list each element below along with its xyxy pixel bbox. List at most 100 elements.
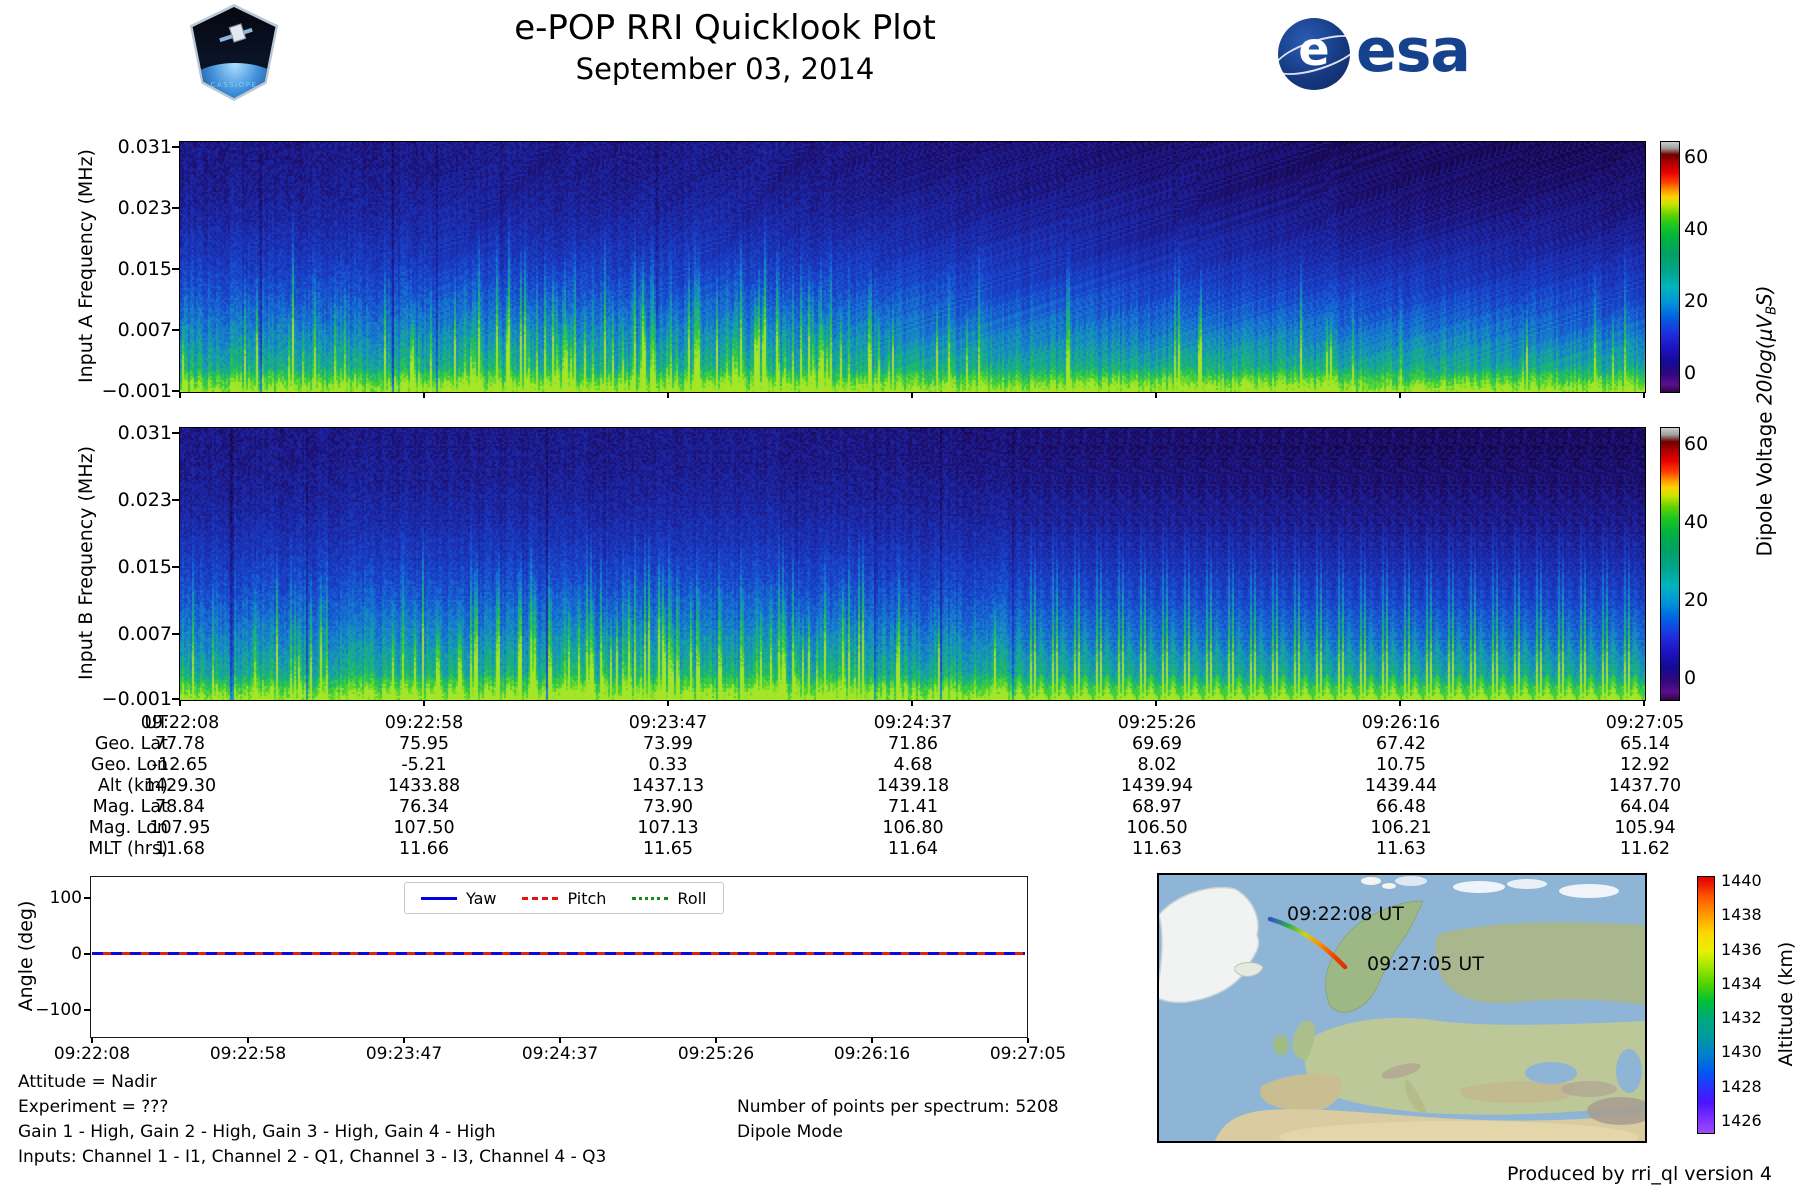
x-tick-label: 09:27:05	[963, 1044, 1093, 1064]
legend-label: Pitch	[567, 889, 606, 908]
table-cell: 09:22:08	[95, 713, 265, 734]
table-cell: 09:22:58	[339, 713, 509, 734]
legend-item-yaw: Yaw	[421, 889, 496, 908]
altitude-colorbar-label: Altitude (km)	[1775, 942, 1797, 1067]
x-tick-mark	[871, 1038, 873, 1043]
table-cell: 11.63	[1072, 839, 1242, 860]
table-cell: 76.34	[339, 797, 509, 818]
y-tick-label: 0.031	[100, 421, 172, 445]
table-cell: 106.80	[828, 818, 998, 839]
spectrogram-b	[179, 427, 1646, 701]
y-tick-mark	[172, 633, 179, 635]
y-tick-label: 0.023	[100, 488, 172, 512]
angle-plot-legend: Yaw Pitch Roll	[404, 882, 724, 914]
table-cell: 66.48	[1316, 797, 1486, 818]
table-cell: 11.66	[339, 839, 509, 860]
x-tick-mark	[423, 701, 425, 706]
colorbar-tick-label: 1432	[1721, 1008, 1773, 1028]
y-tick-mark	[172, 207, 179, 209]
inputs-note: Inputs: Channel 1 - I1, Channel 2 - Q1, …	[18, 1147, 606, 1167]
table-cell: 1433.88	[339, 776, 509, 797]
track-end-label: 09:27:05 UT	[1367, 953, 1484, 975]
page-subtitle-date: September 03, 2014	[225, 52, 1225, 86]
colorbar-tick-label: 60	[1684, 145, 1736, 169]
table-cell: 65.14	[1560, 734, 1730, 755]
y-tick-mark	[84, 953, 91, 955]
table-cell: 1429.30	[95, 776, 265, 797]
table-cell: 107.95	[95, 818, 265, 839]
attitude-note: Attitude = Nadir	[18, 1072, 157, 1092]
table-cell: 106.21	[1316, 818, 1486, 839]
y-tick-label: 0.007	[100, 622, 172, 646]
colorbar-tick-label: 0	[1684, 666, 1736, 690]
mode-note: Dipole Mode	[737, 1122, 843, 1142]
y-tick-mark	[172, 390, 179, 392]
x-tick-mark	[559, 1038, 561, 1043]
table-cell: 75.95	[339, 734, 509, 755]
colorbar-tick-label: 20	[1684, 588, 1736, 612]
y-tick-label: 0.015	[100, 555, 172, 579]
table-cell: 64.04	[1560, 797, 1730, 818]
x-tick-label: 09:22:08	[27, 1044, 157, 1064]
y-tick-mark	[84, 1009, 91, 1011]
table-cell: 107.50	[339, 818, 509, 839]
table-cell: 4.68	[828, 755, 998, 776]
altitude-colorbar	[1697, 876, 1715, 1134]
x-tick-label: 09:24:37	[495, 1044, 625, 1064]
colorbar-tick-label: 20	[1684, 289, 1736, 313]
y-tick-label: −100	[14, 1000, 82, 1020]
table-cell: 0.33	[583, 755, 753, 776]
table-cell: 11.63	[1316, 839, 1486, 860]
spectrogram-a-canvas	[180, 142, 1645, 392]
table-cell: 106.50	[1072, 818, 1242, 839]
x-tick-mark	[715, 1038, 717, 1043]
table-cell: 68.97	[1072, 797, 1242, 818]
x-tick-label: 09:25:26	[651, 1044, 781, 1064]
esa-emblem-letter: e	[1278, 22, 1350, 86]
table-cell: 67.42	[1316, 734, 1486, 755]
colorbar-tick-label: 1440	[1721, 871, 1773, 891]
x-tick-mark	[247, 1038, 249, 1043]
colorbar-tick-label: 0	[1684, 361, 1736, 385]
table-cell: 71.41	[828, 797, 998, 818]
table-cell: -5.21	[339, 755, 509, 776]
table-row: UT 09:22:08 09:22:58 09:23:47 09:24:37 0…	[0, 713, 1800, 734]
table-row: Geo. Lon -12.65 -5.21 0.33 4.68 8.02 10.…	[0, 755, 1800, 776]
colorbar-tick-label: 1438	[1721, 905, 1773, 925]
table-cell: 09:26:16	[1316, 713, 1486, 734]
colorbar-tick-label: 1426	[1721, 1111, 1773, 1131]
table-cell: 78.84	[95, 797, 265, 818]
table-cell: 09:25:26	[1072, 713, 1242, 734]
x-tick-mark	[667, 701, 669, 706]
colorbar-tick-label: 60	[1684, 432, 1736, 456]
spectrogram-a	[179, 141, 1646, 393]
y-tick-mark	[172, 698, 179, 700]
x-tick-label: 09:23:47	[339, 1044, 469, 1064]
y-tick-mark	[172, 329, 179, 331]
x-tick-mark	[1399, 701, 1401, 706]
x-tick-mark	[423, 393, 425, 398]
table-row: MLT (hrs) 11.68 11.66 11.65 11.64 11.63 …	[0, 839, 1800, 860]
table-cell: 1437.13	[583, 776, 753, 797]
table-cell: 09:27:05	[1560, 713, 1730, 734]
table-cell: 1439.94	[1072, 776, 1242, 797]
experiment-note: Experiment = ???	[18, 1097, 168, 1117]
x-tick-mark	[1399, 393, 1401, 398]
produced-by-note: Produced by rri_ql version 4	[1507, 1163, 1772, 1185]
table-cell: 69.69	[1072, 734, 1242, 755]
table-cell: 11.64	[828, 839, 998, 860]
colorbar-b	[1660, 427, 1680, 701]
x-tick-mark	[911, 701, 913, 706]
esa-wordmark: esa	[1356, 16, 1470, 86]
pitch-line-icon	[522, 897, 558, 900]
table-cell: 09:23:47	[583, 713, 753, 734]
table-cell: 1439.18	[828, 776, 998, 797]
legend-item-roll: Roll	[632, 889, 706, 908]
gains-note: Gain 1 - High, Gain 2 - High, Gain 3 - H…	[18, 1122, 496, 1142]
y-tick-label: 100	[14, 888, 82, 908]
table-cell: 1439.44	[1316, 776, 1486, 797]
y-tick-label: −0.001	[100, 687, 172, 711]
table-cell: 11.65	[583, 839, 753, 860]
colorbar-tick-label: 1436	[1721, 940, 1773, 960]
colorbar-tick-label: 1428	[1721, 1077, 1773, 1097]
